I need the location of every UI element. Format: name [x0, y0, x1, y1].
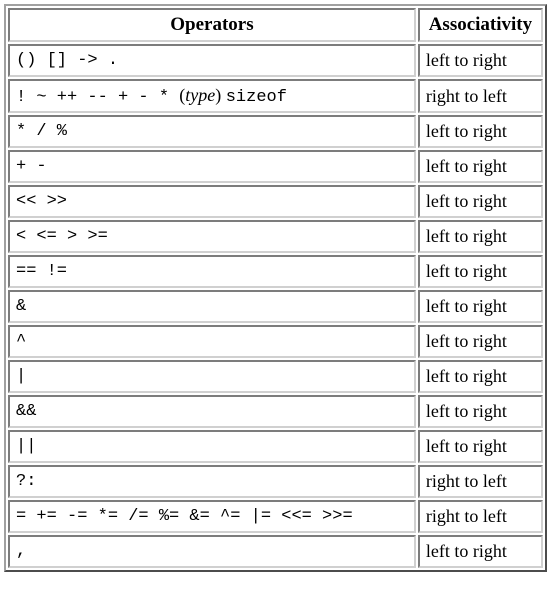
- associativity-cell: left to right: [418, 430, 543, 463]
- table-row: ,left to right: [8, 535, 543, 568]
- table-body: () [] -> .left to right! ~ ++ -- + - * (…: [8, 44, 543, 568]
- paren-close: ): [215, 85, 226, 105]
- associativity-cell: right to left: [418, 79, 543, 113]
- associativity-cell: left to right: [418, 325, 543, 358]
- table-header-row: Operators Associativity: [8, 8, 543, 42]
- associativity-cell: left to right: [418, 185, 543, 218]
- associativity-cell: left to right: [418, 44, 543, 77]
- table-row: () [] -> .left to right: [8, 44, 543, 77]
- operators-cell: * / %: [8, 115, 416, 148]
- associativity-cell: left to right: [418, 290, 543, 323]
- table-row: |left to right: [8, 360, 543, 393]
- associativity-cell: left to right: [418, 535, 543, 568]
- operators-cell: |: [8, 360, 416, 393]
- associativity-cell: right to left: [418, 500, 543, 533]
- sizeof-text: sizeof: [226, 88, 287, 107]
- associativity-cell: left to right: [418, 220, 543, 253]
- associativity-cell: left to right: [418, 395, 543, 428]
- col-header-associativity: Associativity: [418, 8, 543, 42]
- associativity-cell: left to right: [418, 150, 543, 183]
- col-header-operators: Operators: [8, 8, 416, 42]
- table-row: ||left to right: [8, 430, 543, 463]
- table-row: + -left to right: [8, 150, 543, 183]
- operators-cell: &&: [8, 395, 416, 428]
- operators-cell: ,: [8, 535, 416, 568]
- type-placeholder: type: [185, 85, 215, 105]
- table-row: == !=left to right: [8, 255, 543, 288]
- table-row: ^left to right: [8, 325, 543, 358]
- table-row: = += -= *= /= %= &= ^= |= <<= >>=right t…: [8, 500, 543, 533]
- table-row: < <= > >=left to right: [8, 220, 543, 253]
- associativity-cell: left to right: [418, 360, 543, 393]
- associativity-cell: left to right: [418, 115, 543, 148]
- associativity-cell: left to right: [418, 255, 543, 288]
- table-row: * / %left to right: [8, 115, 543, 148]
- table-row: &left to right: [8, 290, 543, 323]
- operators-cell: ||: [8, 430, 416, 463]
- operators-cell: = += -= *= /= %= &= ^= |= <<= >>=: [8, 500, 416, 533]
- associativity-cell: right to left: [418, 465, 543, 498]
- operators-cell: + -: [8, 150, 416, 183]
- operators-cell: ! ~ ++ -- + - * (type) sizeof: [8, 79, 416, 113]
- table-row: << >>left to right: [8, 185, 543, 218]
- operators-cell: == !=: [8, 255, 416, 288]
- operators-cell: &: [8, 290, 416, 323]
- operator-precedence-table: Operators Associativity () [] -> .left t…: [4, 4, 547, 572]
- ops-text: ! ~ ++ -- + - *: [16, 88, 179, 107]
- table-row: ! ~ ++ -- + - * (type) sizeofright to le…: [8, 79, 543, 113]
- operators-cell: < <= > >=: [8, 220, 416, 253]
- table-row: &&left to right: [8, 395, 543, 428]
- operators-cell: ?:: [8, 465, 416, 498]
- operators-cell: ^: [8, 325, 416, 358]
- operators-cell: << >>: [8, 185, 416, 218]
- operators-cell: () [] -> .: [8, 44, 416, 77]
- table-row: ?:right to left: [8, 465, 543, 498]
